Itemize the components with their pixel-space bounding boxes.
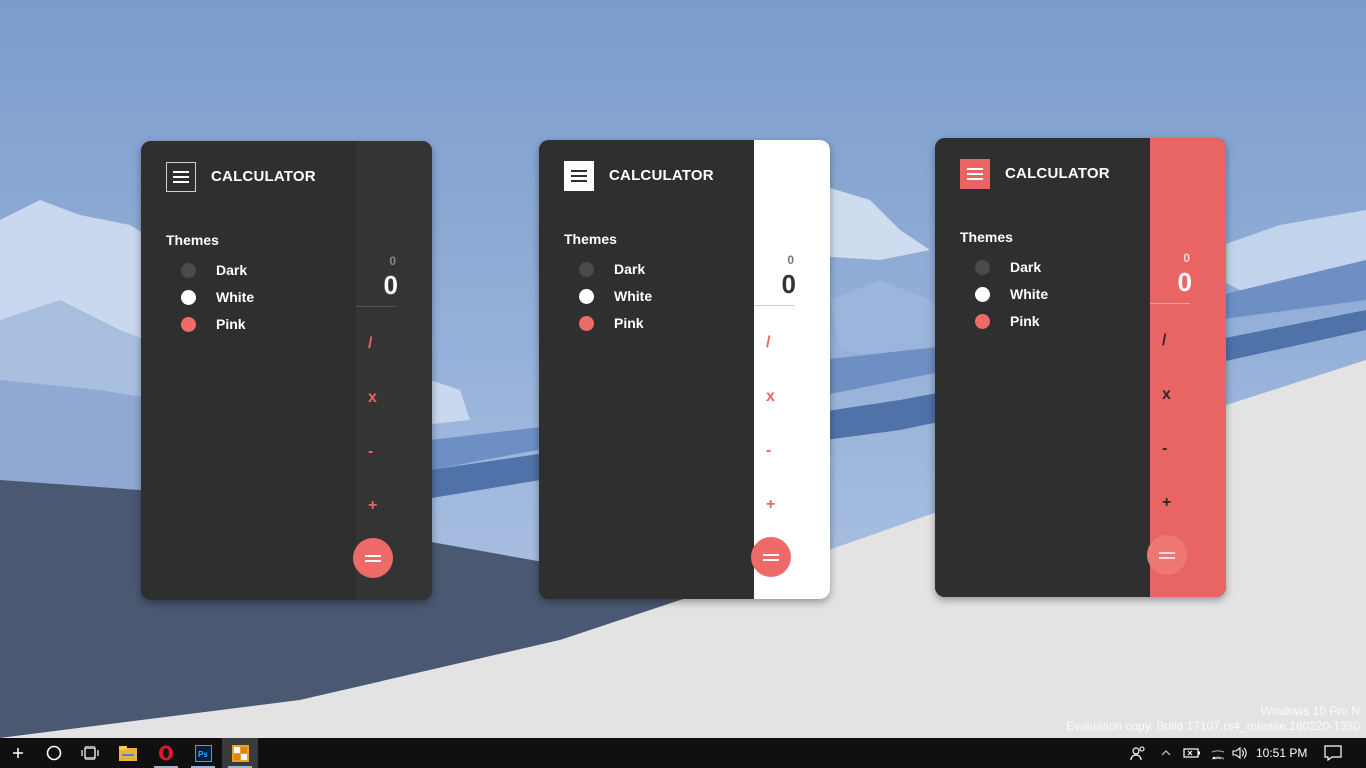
svg-text:Ps: Ps: [198, 750, 208, 759]
cortana-icon[interactable]: [36, 738, 72, 768]
theme-dot-pink-icon: [181, 316, 196, 332]
calculator-pane: 0 0 / x - +: [353, 141, 432, 600]
result-display: 0: [781, 269, 796, 299]
start-icon[interactable]: [0, 738, 36, 768]
app-title: CALCULATOR: [609, 167, 714, 184]
people-icon[interactable]: [1126, 738, 1150, 768]
equals-button[interactable]: [353, 538, 393, 578]
windows-watermark: Windows 10 Pro N Evaluation copy. Build …: [1066, 704, 1360, 734]
calculator-card-dark: CALCULATOR Themes Dark White Pink 0 0 / …: [141, 141, 432, 600]
theme-option-dark[interactable]: Dark: [975, 257, 1041, 277]
theme-option-label: Pink: [1010, 313, 1040, 329]
photoshop-icon[interactable]: Ps: [185, 738, 221, 768]
task-view-icon[interactable]: [72, 738, 108, 768]
wifi-icon[interactable]: [1206, 738, 1230, 768]
theme-option-pink[interactable]: Pink: [181, 314, 246, 334]
subtract-button[interactable]: -: [368, 443, 373, 461]
theme-dot-dark-icon: [579, 261, 594, 277]
theme-dot-dark-icon: [181, 262, 196, 278]
themes-label: Themes: [960, 229, 1013, 245]
divide-button[interactable]: /: [766, 334, 770, 352]
theme-dot-white-icon: [975, 286, 990, 302]
equals-button[interactable]: [751, 537, 791, 577]
subtract-button[interactable]: -: [1162, 440, 1167, 458]
calculator-app-icon[interactable]: [222, 738, 258, 768]
file-explorer-icon[interactable]: [110, 738, 146, 768]
theme-option-label: White: [1010, 286, 1049, 302]
taskbar: Ps 10:51 PM: [0, 738, 1366, 768]
menu-pane: CALCULATOR Themes Dark White Pink: [935, 138, 1150, 597]
subtract-button[interactable]: -: [766, 442, 771, 460]
display-divider: [1150, 303, 1190, 304]
menu-icon[interactable]: [166, 162, 196, 192]
calculator-pane: 0 0 / x - +: [1147, 138, 1226, 597]
opera-icon[interactable]: [148, 738, 184, 768]
battery-icon[interactable]: [1180, 738, 1204, 768]
theme-dot-dark-icon: [975, 259, 990, 275]
theme-option-dark[interactable]: Dark: [579, 259, 645, 279]
equals-icon: [1159, 551, 1175, 559]
theme-option-white[interactable]: White: [579, 286, 652, 306]
display-divider: [754, 305, 794, 306]
theme-option-label: White: [614, 288, 653, 304]
action-center-icon[interactable]: [1318, 738, 1348, 768]
equals-icon: [365, 554, 381, 562]
previous-value: 0: [1183, 251, 1190, 265]
add-button[interactable]: +: [368, 497, 377, 515]
add-button[interactable]: +: [1162, 494, 1171, 512]
theme-dot-pink-icon: [579, 315, 594, 331]
theme-dot-pink-icon: [975, 313, 990, 329]
watermark-line-1: Windows 10 Pro N: [1260, 704, 1360, 718]
theme-option-pink[interactable]: Pink: [975, 311, 1040, 331]
menu-icon[interactable]: [564, 161, 594, 191]
calculator-card-white: CALCULATOR Themes Dark White Pink 0 0 / …: [539, 140, 830, 599]
calculator-pane: 0 0 / x - +: [751, 140, 830, 599]
multiply-button[interactable]: x: [368, 389, 377, 407]
previous-value: 0: [389, 254, 396, 268]
theme-dot-white-icon: [181, 289, 196, 305]
theme-option-dark[interactable]: Dark: [181, 260, 247, 280]
divide-button[interactable]: /: [1162, 332, 1166, 350]
multiply-button[interactable]: x: [1162, 386, 1171, 404]
clock[interactable]: 10:51 PM: [1256, 738, 1307, 768]
theme-option-label: Dark: [1010, 259, 1042, 275]
add-button[interactable]: +: [766, 496, 775, 514]
themes-label: Themes: [166, 232, 219, 248]
theme-option-label: Dark: [614, 261, 646, 277]
multiply-button[interactable]: x: [766, 388, 775, 406]
theme-option-label: Pink: [216, 316, 246, 332]
watermark-line-2: Evaluation copy. Build 17107.rs4_release…: [1066, 719, 1360, 733]
volume-icon[interactable]: [1228, 738, 1252, 768]
theme-option-white[interactable]: White: [181, 287, 254, 307]
theme-option-white[interactable]: White: [975, 284, 1048, 304]
menu-pane: CALCULATOR Themes Dark White Pink: [539, 140, 754, 599]
menu-pane: CALCULATOR Themes Dark White Pink: [141, 141, 356, 600]
display-divider: [356, 306, 396, 307]
menu-icon[interactable]: [960, 159, 990, 189]
theme-option-label: Pink: [614, 315, 644, 331]
theme-option-label: White: [216, 289, 255, 305]
theme-dot-white-icon: [579, 288, 594, 304]
calculator-card-pink: CALCULATOR Themes Dark White Pink 0 0 / …: [935, 138, 1226, 597]
previous-value: 0: [787, 253, 794, 267]
equals-icon: [763, 553, 779, 561]
theme-option-pink[interactable]: Pink: [579, 313, 644, 333]
result-display: 0: [383, 270, 398, 300]
app-title: CALCULATOR: [211, 168, 316, 185]
divide-button[interactable]: /: [368, 335, 372, 353]
themes-label: Themes: [564, 231, 617, 247]
theme-option-label: Dark: [216, 262, 248, 278]
equals-button[interactable]: [1147, 535, 1187, 575]
result-display: 0: [1177, 267, 1192, 297]
chevron-up-icon[interactable]: [1156, 738, 1176, 768]
app-title: CALCULATOR: [1005, 165, 1110, 182]
